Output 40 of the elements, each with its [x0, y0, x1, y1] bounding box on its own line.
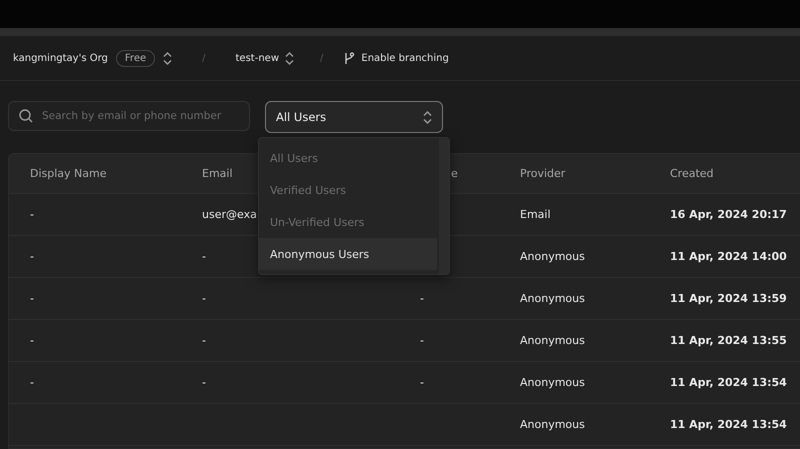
- table-cell: Anonymous: [499, 320, 649, 362]
- enable-branching-button[interactable]: Enable branching: [343, 52, 449, 64]
- git-branch-icon: [343, 52, 356, 64]
- chevron-up-down-icon: [163, 52, 172, 64]
- chevron-up-down-icon: [423, 110, 432, 124]
- project-selector[interactable]: test-new: [236, 52, 294, 64]
- org-name[interactable]: kangmingtay's Org: [13, 52, 108, 64]
- user-filter-select[interactable]: All Users: [265, 101, 443, 133]
- table-cell: -: [399, 362, 499, 404]
- scrollbar[interactable]: [439, 138, 449, 274]
- table-cell: 11 Apr, 2024 13:59: [649, 278, 800, 320]
- table-cell: -: [9, 362, 181, 404]
- breadcrumb-separator: /: [202, 52, 206, 64]
- table-cell: 11 Apr, 2024 13:54: [649, 362, 800, 404]
- table-cell: -: [181, 362, 399, 404]
- table-cell: -: [9, 236, 181, 278]
- table-cell: 16 Apr, 2024 20:17: [649, 194, 800, 236]
- table-cell: 11 Apr, 2024 13:55: [649, 320, 800, 362]
- table-cell: -: [399, 278, 499, 320]
- table-cell: -: [9, 194, 181, 236]
- table-cell: -: [181, 278, 399, 320]
- column-header: Display Name: [9, 154, 181, 194]
- table-cell: -: [181, 320, 399, 362]
- table-cell: 11 Apr, 2024 13:54: [649, 404, 800, 446]
- chevron-up-down-icon: [285, 52, 294, 64]
- table-cell: Email: [499, 194, 649, 236]
- table-cell: 11 Apr, 2024 14:00: [649, 236, 800, 278]
- search-icon: [19, 109, 33, 123]
- table-cell: Anonymous: [499, 236, 649, 278]
- plan-badge: Free: [116, 50, 156, 66]
- search-field[interactable]: Search by email or phone number: [8, 101, 250, 131]
- search-input[interactable]: Search by email or phone number: [42, 110, 239, 122]
- dropdown-option[interactable]: Anonymous Users: [259, 238, 437, 270]
- table-cell: -: [399, 320, 499, 362]
- table-cell: -: [9, 320, 181, 362]
- breadcrumb-separator: /: [320, 52, 324, 64]
- table-cell: Anonymous: [499, 404, 649, 446]
- table-cell: -: [9, 278, 181, 320]
- table-cell: Anonymous: [499, 362, 649, 404]
- table-cell: Anonymous: [499, 278, 649, 320]
